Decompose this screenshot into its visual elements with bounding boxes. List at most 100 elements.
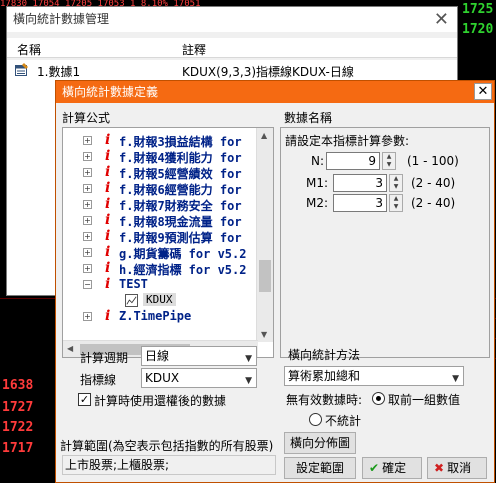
- background-quote-left: 1638 1727 1722 1717: [0, 300, 60, 483]
- indicator-label: 指標線: [80, 373, 117, 387]
- column-note-header[interactable]: 註釋: [182, 41, 206, 58]
- period-select[interactable]: 日線 ▼: [141, 346, 257, 366]
- close-icon[interactable]: ✕: [474, 83, 492, 100]
- tree-item-label: f.財報4獲利能力 for: [119, 151, 242, 165]
- data-definition-dialog: 橫向統計數據定義 ✕ 計算公式 數據名稱 + i f.財報3損益結構 for +…: [55, 80, 495, 483]
- dialog-titlebar: 橫向統計數據定義 ✕: [56, 81, 494, 103]
- ok-button[interactable]: ✔ 確定: [362, 457, 422, 479]
- param-m1-input[interactable]: 3: [333, 174, 387, 192]
- tree-item[interactable]: + i g.期貨籌碼 for v5.2: [63, 244, 263, 261]
- scroll-up-icon[interactable]: ▲: [261, 131, 267, 140]
- tree-item-label: f.財報8現金流量 for: [119, 215, 242, 229]
- param-n-stepper[interactable]: ▲ ▼: [382, 152, 396, 170]
- tree-item-label: f.財報7財務安全 for: [119, 199, 242, 213]
- prev-value-radio[interactable]: [372, 392, 385, 405]
- tree-item-label: TEST: [119, 277, 148, 291]
- param-panel: 請設定本指標計算參數: N: 9 ▲ ▼ (1 - 100) M1: 3 ▲ ▼ (…: [280, 127, 490, 358]
- tree-item[interactable]: + i f.財報7財務安全 for: [63, 196, 263, 213]
- tree-item[interactable]: + i f.財報9預測估算 for: [63, 228, 263, 245]
- expand-icon[interactable]: +: [83, 184, 92, 193]
- column-name-header[interactable]: 名稱: [17, 41, 41, 58]
- tree-item[interactable]: + i h.經濟指標 for v5.2: [63, 260, 263, 277]
- param-label: M1:: [306, 176, 329, 190]
- scroll-thumb[interactable]: [259, 260, 271, 292]
- window-titlebar: 橫向統計數據管理 ✕: [7, 7, 457, 32]
- quote-value: 1722: [2, 420, 34, 435]
- tree-item[interactable]: + i f.財報5經營績效 for: [63, 164, 263, 181]
- window-title: 橫向統計數據管理: [13, 12, 110, 26]
- indicator-icon: i: [105, 132, 111, 148]
- formula-tree[interactable]: + i f.財報3損益結構 for + i f.財報4獲利能力 for + i …: [62, 127, 274, 358]
- period-label: 計算週期: [80, 351, 129, 365]
- quote-value: 1725: [462, 2, 494, 17]
- tree-item-label: f.財報5經營績效 for: [119, 167, 242, 181]
- expand-icon[interactable]: +: [83, 264, 92, 273]
- tree-item-label: f.財報6經營能力 for: [119, 183, 242, 197]
- scroll-down-icon[interactable]: ▼: [261, 330, 267, 339]
- tree-item[interactable]: + i f.財報6經營能力 for: [63, 180, 263, 197]
- scroll-left-icon[interactable]: ◀: [67, 344, 73, 353]
- method-label: 橫向統計方法: [288, 348, 361, 362]
- item-name: 1.數據1: [37, 65, 81, 79]
- chevron-down-icon: ▼: [245, 376, 252, 386]
- indicator-icon: i: [105, 260, 111, 276]
- expand-icon[interactable]: +: [83, 248, 92, 257]
- indicator-select[interactable]: KDUX ▼: [141, 368, 257, 388]
- tree-item-label: Z.TimePipe: [119, 309, 192, 323]
- param-m2-input[interactable]: 3: [333, 194, 387, 212]
- expand-icon[interactable]: +: [83, 168, 92, 177]
- tree-child-item[interactable]: KDUX: [63, 293, 263, 309]
- adjust-label: 計算時使用還權後的數據: [94, 394, 227, 408]
- tree-item[interactable]: + i f.財報8現金流量 for: [63, 212, 263, 229]
- no-stat-label: 不統計: [325, 414, 362, 428]
- quote-value: 1727: [2, 400, 34, 415]
- formula-label: 計算公式: [62, 111, 111, 125]
- indicator-icon: i: [105, 212, 111, 228]
- param-m1-stepper[interactable]: ▲ ▼: [389, 174, 403, 192]
- tree-item-label: f.財報3損益結構 for: [119, 135, 242, 149]
- collapse-icon[interactable]: −: [83, 280, 92, 289]
- indicator-icon: i: [105, 244, 111, 260]
- expand-icon[interactable]: +: [83, 136, 92, 145]
- expand-icon[interactable]: +: [83, 232, 92, 241]
- method-select[interactable]: 算術累加總和 ▼: [284, 366, 464, 386]
- param-m2-stepper[interactable]: ▲ ▼: [389, 194, 403, 212]
- cancel-label: 取消: [447, 461, 472, 475]
- adjust-checkbox[interactable]: ✓: [78, 393, 91, 406]
- data-item-icon: [15, 63, 28, 76]
- tree-item[interactable]: − i TEST: [63, 276, 263, 293]
- distribution-chart-button[interactable]: 橫向分佈圖: [284, 432, 356, 454]
- tree-vertical-scrollbar[interactable]: ▲ ▼: [256, 128, 273, 342]
- expand-icon[interactable]: +: [83, 312, 92, 321]
- data-name-label: 數據名稱: [284, 111, 333, 125]
- chart-icon: [125, 294, 138, 307]
- tree-item[interactable]: + i Z.TimePipe: [63, 308, 263, 325]
- param-label: M2:: [306, 196, 329, 210]
- cancel-button[interactable]: ✖ 取消: [427, 457, 487, 479]
- set-range-button[interactable]: 設定範圍: [284, 457, 356, 479]
- ok-label: 確定: [382, 461, 407, 475]
- period-value: 日線: [145, 349, 170, 363]
- list-item[interactable]: 1.數據1 KDUX(9,3,3)指標線KDUX-日線: [7, 60, 457, 80]
- param-n-input[interactable]: 9: [326, 152, 380, 170]
- quote-value: 1717: [2, 441, 34, 456]
- range-label: 計算範圍(為空表示包括指數的所有股票): [60, 439, 274, 453]
- tree-child-label: KDUX: [143, 293, 176, 306]
- param-range: (2 - 40): [411, 176, 456, 190]
- radio-selected-dot: [376, 396, 381, 401]
- expand-icon[interactable]: +: [83, 200, 92, 209]
- item-note: KDUX(9,3,3)指標線KDUX-日線: [182, 65, 354, 79]
- expand-icon[interactable]: +: [83, 216, 92, 225]
- range-field[interactable]: 上市股票;上櫃股票;: [62, 455, 276, 475]
- param-range: (1 - 100): [407, 154, 459, 168]
- tree-item[interactable]: + i f.財報3損益結構 for: [63, 132, 263, 149]
- indicator-icon: i: [105, 196, 111, 212]
- quote-value: 1638: [2, 378, 34, 393]
- no-stat-radio[interactable]: [309, 413, 322, 426]
- prev-value-label: 取前一組數值: [388, 393, 461, 407]
- expand-icon[interactable]: +: [83, 152, 92, 161]
- tree-item[interactable]: + i f.財報4獲利能力 for: [63, 148, 263, 165]
- close-icon[interactable]: ✕: [434, 7, 449, 32]
- method-value: 算術累加總和: [288, 369, 361, 383]
- quote-value: 1720: [462, 22, 494, 37]
